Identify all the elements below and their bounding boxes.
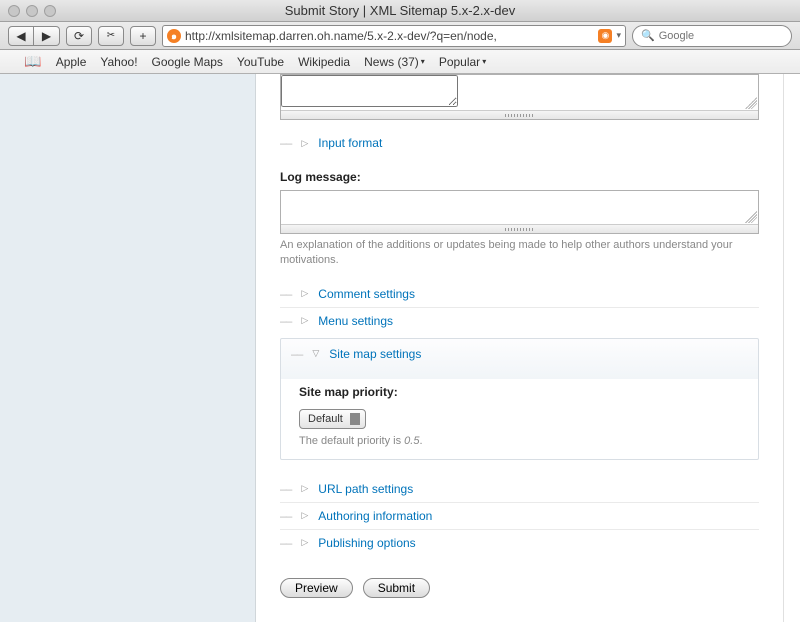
bookmark-wikipedia[interactable]: Wikipedia: [298, 55, 350, 69]
url-bar[interactable]: ๑ ◉ ▾: [162, 25, 626, 47]
bookmark-apple[interactable]: Apple: [56, 55, 87, 69]
fieldset-sitemap-settings: –– ▽ Site map settings Site map priority…: [280, 338, 759, 460]
collapsed-icon: ▷: [301, 483, 308, 494]
collapsed-icon: ▷: [301, 288, 308, 299]
fieldset-input-format[interactable]: –– ▷ Input format: [280, 130, 759, 156]
log-resize-handle[interactable]: [745, 211, 757, 223]
fieldset-link-comment[interactable]: Comment settings: [318, 287, 415, 301]
fieldset-comment-settings[interactable]: –– ▷ Comment settings: [280, 281, 759, 307]
form-actions: Preview Submit: [280, 578, 759, 598]
expanded-icon: ▽: [312, 348, 319, 359]
main-content: –– ▷ Input format Log message: An explan…: [256, 74, 783, 622]
reload-button[interactable]: ⟳: [66, 26, 92, 46]
window-title: Submit Story | XML Sitemap 5.x-2.x-dev: [285, 3, 515, 18]
bookmark-youtube[interactable]: YouTube: [237, 55, 284, 69]
fieldset-link-url-path[interactable]: URL path settings: [318, 482, 413, 496]
left-sidebar: [0, 74, 256, 622]
browser-toolbar: ◀ ▶ ⟳ ✂ + ๑ ◉ ▾ 🔍: [0, 22, 800, 50]
fieldset-url-path[interactable]: –– ▷ URL path settings: [280, 476, 759, 502]
search-bar[interactable]: 🔍: [632, 25, 792, 47]
back-button[interactable]: ◀: [8, 26, 34, 46]
fieldset-link-sitemap[interactable]: Site map settings: [329, 347, 421, 361]
bookmark-yahoo[interactable]: Yahoo!: [100, 55, 137, 69]
sitemap-priority-label: Site map priority:: [299, 385, 740, 399]
collapsed-icon: ▷: [301, 510, 308, 521]
traffic-lights: [0, 5, 56, 17]
zoom-window-button[interactable]: [44, 5, 56, 17]
url-dropdown-icon[interactable]: ▾: [616, 30, 621, 41]
textarea-grippie[interactable]: [281, 110, 758, 119]
collapsed-icon: ▷: [301, 138, 308, 149]
window-titlebar: Submit Story | XML Sitemap 5.x-2.x-dev: [0, 0, 800, 22]
fieldset-link-authoring[interactable]: Authoring information: [318, 509, 432, 523]
log-textarea-wrapper: [280, 190, 759, 234]
body-textarea[interactable]: [281, 75, 458, 107]
rss-icon[interactable]: ◉: [598, 29, 612, 43]
select-arrows-icon: ▴▾: [355, 412, 359, 426]
collapsed-icon: ▷: [301, 315, 308, 326]
url-input[interactable]: [185, 29, 594, 43]
fieldset-link-input-format[interactable]: Input format: [318, 136, 382, 150]
log-message-label: Log message:: [280, 170, 759, 184]
submit-button[interactable]: Submit: [363, 578, 430, 598]
fieldset-link-publishing[interactable]: Publishing options: [318, 536, 415, 550]
search-input[interactable]: [659, 30, 800, 42]
bookmark-news[interactable]: News (37)▾: [364, 55, 425, 69]
collapsed-icon: ▷: [301, 537, 308, 548]
fieldset-menu-settings[interactable]: –– ▷ Menu settings: [280, 307, 759, 334]
log-textarea[interactable]: [281, 191, 758, 221]
log-help-text: An explanation of the additions or updat…: [280, 238, 759, 269]
close-window-button[interactable]: [8, 5, 20, 17]
select-value: Default: [308, 413, 343, 425]
forward-button[interactable]: ▶: [34, 26, 60, 46]
bookmarks-bar: ⠀📖 Apple Yahoo! Google Maps YouTube Wiki…: [0, 50, 800, 74]
fieldset-authoring[interactable]: –– ▷ Authoring information: [280, 502, 759, 529]
textarea-resize-handle[interactable]: [745, 97, 757, 109]
log-grippie[interactable]: [281, 224, 758, 233]
page-body: –– ▷ Input format Log message: An explan…: [0, 74, 800, 622]
fieldset-dash: ––: [280, 136, 291, 150]
bookmark-google-maps[interactable]: Google Maps: [152, 55, 223, 69]
fieldset-publishing[interactable]: –– ▷ Publishing options: [280, 529, 759, 556]
bookmarks-menu-icon[interactable]: ⠀📖: [14, 53, 42, 70]
search-icon: 🔍: [641, 29, 655, 42]
preview-button[interactable]: Preview: [280, 578, 353, 598]
sitemap-priority-description: The default priority is 0.5.: [299, 435, 740, 447]
right-gutter: [783, 74, 800, 622]
minimize-window-button[interactable]: [26, 5, 38, 17]
nav-buttons: ◀ ▶: [8, 26, 60, 46]
add-button[interactable]: +: [130, 26, 156, 46]
fieldset-sitemap-header[interactable]: –– ▽ Site map settings: [281, 339, 758, 369]
body-textarea-wrapper: [280, 74, 759, 120]
sitemap-priority-select[interactable]: Default ▴▾: [299, 409, 366, 429]
drupal-favicon: ๑: [167, 29, 181, 43]
clip-button[interactable]: ✂: [98, 26, 124, 46]
fieldset-link-menu[interactable]: Menu settings: [318, 314, 393, 328]
bookmark-popular[interactable]: Popular▾: [439, 55, 486, 69]
